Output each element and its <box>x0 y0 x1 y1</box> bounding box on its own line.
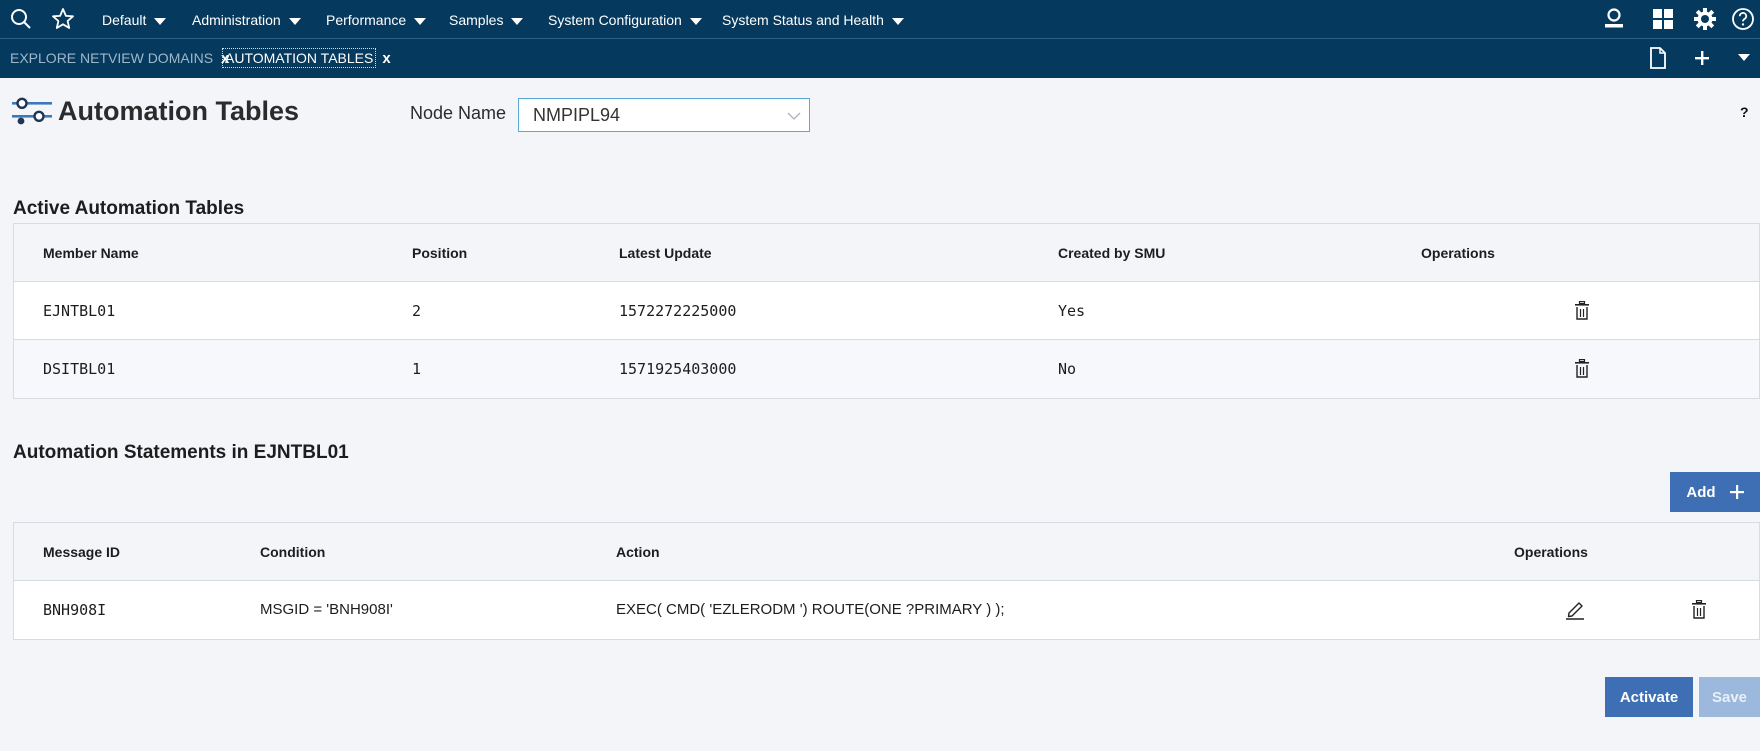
menu-administration[interactable]: Administration <box>192 0 301 38</box>
caret-down-icon <box>891 17 904 25</box>
latest-update-cell: 1571925403000 <box>619 360 737 378</box>
column-header-operations: Operations <box>1514 544 1588 560</box>
caret-down-icon <box>689 17 702 25</box>
menu-system-configuration[interactable]: System Configuration <box>548 0 702 38</box>
automation-sliders-icon <box>12 95 52 130</box>
tab-explore-netview-domains[interactable]: EXPLORE NETVIEW DOMAINS x <box>8 47 229 69</box>
page-help-link[interactable]: ? <box>1740 104 1749 120</box>
column-header-message-id[interactable]: Message ID <box>43 523 120 581</box>
table-header-row: Message ID Condition Action Operations <box>14 523 1759 581</box>
tab-label: EXPLORE NETVIEW DOMAINS <box>10 50 214 66</box>
add-tab-icon[interactable] <box>1690 45 1714 71</box>
condition-cell: MSGID = 'BNH908I' <box>260 601 393 618</box>
table-header-row: Member Name Position Latest Update Creat… <box>14 224 1759 282</box>
column-header-position[interactable]: Position <box>412 224 467 282</box>
delete-icon[interactable] <box>1687 598 1711 622</box>
caret-down-icon <box>154 17 167 25</box>
chevron-down-icon <box>787 108 801 126</box>
menu-samples[interactable]: Samples <box>449 0 524 38</box>
column-header-created-by-smu[interactable]: Created by SMU <box>1058 224 1165 282</box>
table-row[interactable]: DSITBL01 1 1571925403000 No <box>14 340 1759 398</box>
new-page-icon[interactable] <box>1646 45 1670 71</box>
node-name-label: Node Name <box>410 103 507 123</box>
caret-down-icon <box>511 17 524 25</box>
delete-icon[interactable] <box>1570 299 1594 323</box>
active-tables-table: Member Name Position Latest Update Creat… <box>13 223 1760 399</box>
add-button-label: Add <box>1686 483 1716 501</box>
tab-menu-caret-icon[interactable] <box>1732 45 1756 71</box>
plus-icon <box>1729 485 1744 499</box>
position-cell: 1 <box>412 360 422 378</box>
menu-system-status-health[interactable]: System Status and Health <box>722 0 904 38</box>
page-title: Automation Tables <box>58 96 300 126</box>
caret-down-icon <box>288 17 301 25</box>
tab-bar: EXPLORE NETVIEW DOMAINS x AUTOMATION TAB… <box>0 38 1760 78</box>
action-cell: EXEC( CMD( 'EZLERODM ') ROUTE(ONE ?PRIMA… <box>616 601 1005 618</box>
table-row[interactable]: EJNTBL01 2 1572272225000 Yes <box>14 282 1759 340</box>
table-row[interactable]: BNH908I MSGID = 'BNH908I' EXEC( CMD( 'EZ… <box>14 581 1759 639</box>
node-name-value: NMPIPL94 <box>533 105 621 125</box>
close-icon[interactable]: x <box>382 50 390 67</box>
top-navigation: Default Administration Performance Sampl… <box>0 0 1760 38</box>
user-icon[interactable] <box>1599 4 1629 34</box>
menu-performance[interactable]: Performance <box>326 0 427 38</box>
latest-update-cell: 1572272225000 <box>619 302 737 320</box>
message-id-cell: BNH908I <box>43 601 107 619</box>
tab-automation-tables[interactable]: AUTOMATION TABLES x <box>222 47 391 69</box>
help-icon[interactable] <box>1728 4 1758 34</box>
menu-label: Performance <box>326 12 407 28</box>
column-header-action[interactable]: Action <box>616 523 660 581</box>
menu-label: Administration <box>192 12 281 28</box>
statements-table: Message ID Condition Action Operations B… <box>13 522 1760 640</box>
edit-icon[interactable] <box>1563 598 1587 622</box>
search-icon[interactable] <box>6 4 36 34</box>
grid-icon[interactable] <box>1648 4 1678 34</box>
node-name-select[interactable]: NMPIPL94 <box>518 98 810 132</box>
star-icon[interactable] <box>48 4 78 34</box>
position-cell: 2 <box>412 302 422 320</box>
column-header-condition[interactable]: Condition <box>260 523 325 581</box>
member-name-cell: DSITBL01 <box>43 360 116 378</box>
menu-label: Samples <box>449 12 504 28</box>
column-header-operations: Operations <box>1421 245 1495 261</box>
add-statement-button[interactable]: Add <box>1670 472 1760 512</box>
tab-label: AUTOMATION TABLES <box>222 48 377 68</box>
activate-button[interactable]: Activate <box>1605 677 1693 717</box>
menu-default[interactable]: Default <box>102 0 167 38</box>
statements-title: Automation Statements in EJNTBL01 <box>13 442 349 463</box>
column-header-member-name[interactable]: Member Name <box>43 224 139 282</box>
member-name-cell: EJNTBL01 <box>43 302 116 320</box>
created-by-smu-cell: No <box>1058 360 1077 378</box>
menu-label: Default <box>102 12 147 28</box>
settings-icon[interactable] <box>1690 4 1720 34</box>
delete-icon[interactable] <box>1570 357 1594 381</box>
save-button[interactable]: Save <box>1699 677 1760 717</box>
caret-down-icon <box>414 17 427 25</box>
column-header-latest-update[interactable]: Latest Update <box>619 224 712 282</box>
active-tables-title: Active Automation Tables <box>13 198 245 219</box>
menu-label: System Configuration <box>548 12 682 28</box>
menu-label: System Status and Health <box>722 12 884 28</box>
created-by-smu-cell: Yes <box>1058 302 1086 320</box>
